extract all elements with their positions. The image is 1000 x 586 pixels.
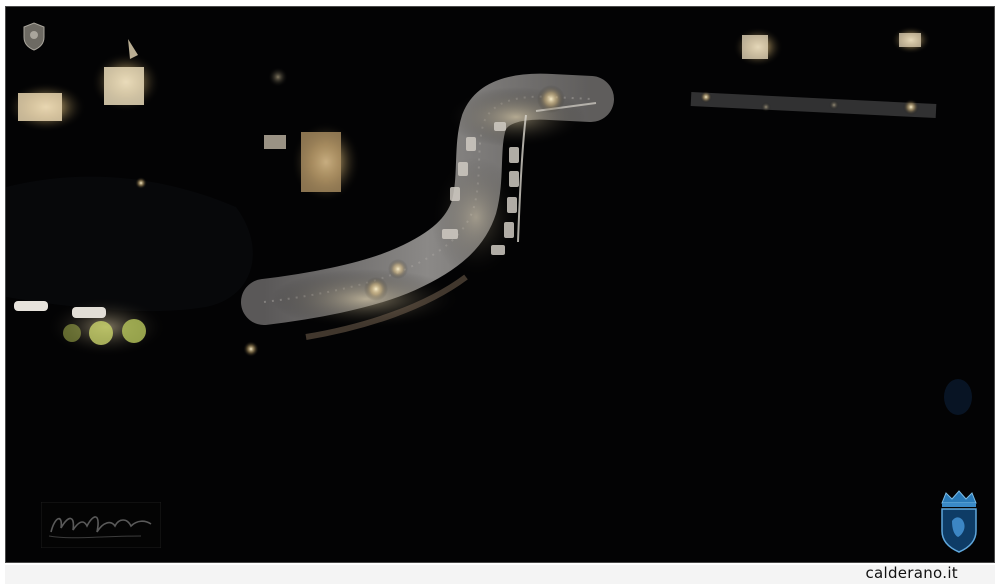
crowned-shield-crest-icon [941, 490, 977, 553]
signature-icon [41, 502, 161, 548]
footer-bar [5, 565, 995, 584]
page-frame: calderano.it [0, 0, 1000, 586]
night-aerial-photo [5, 6, 995, 563]
site-watermark-label: calderano.it [865, 564, 958, 582]
crest-icon [23, 22, 45, 51]
photo-scene [6, 7, 994, 562]
